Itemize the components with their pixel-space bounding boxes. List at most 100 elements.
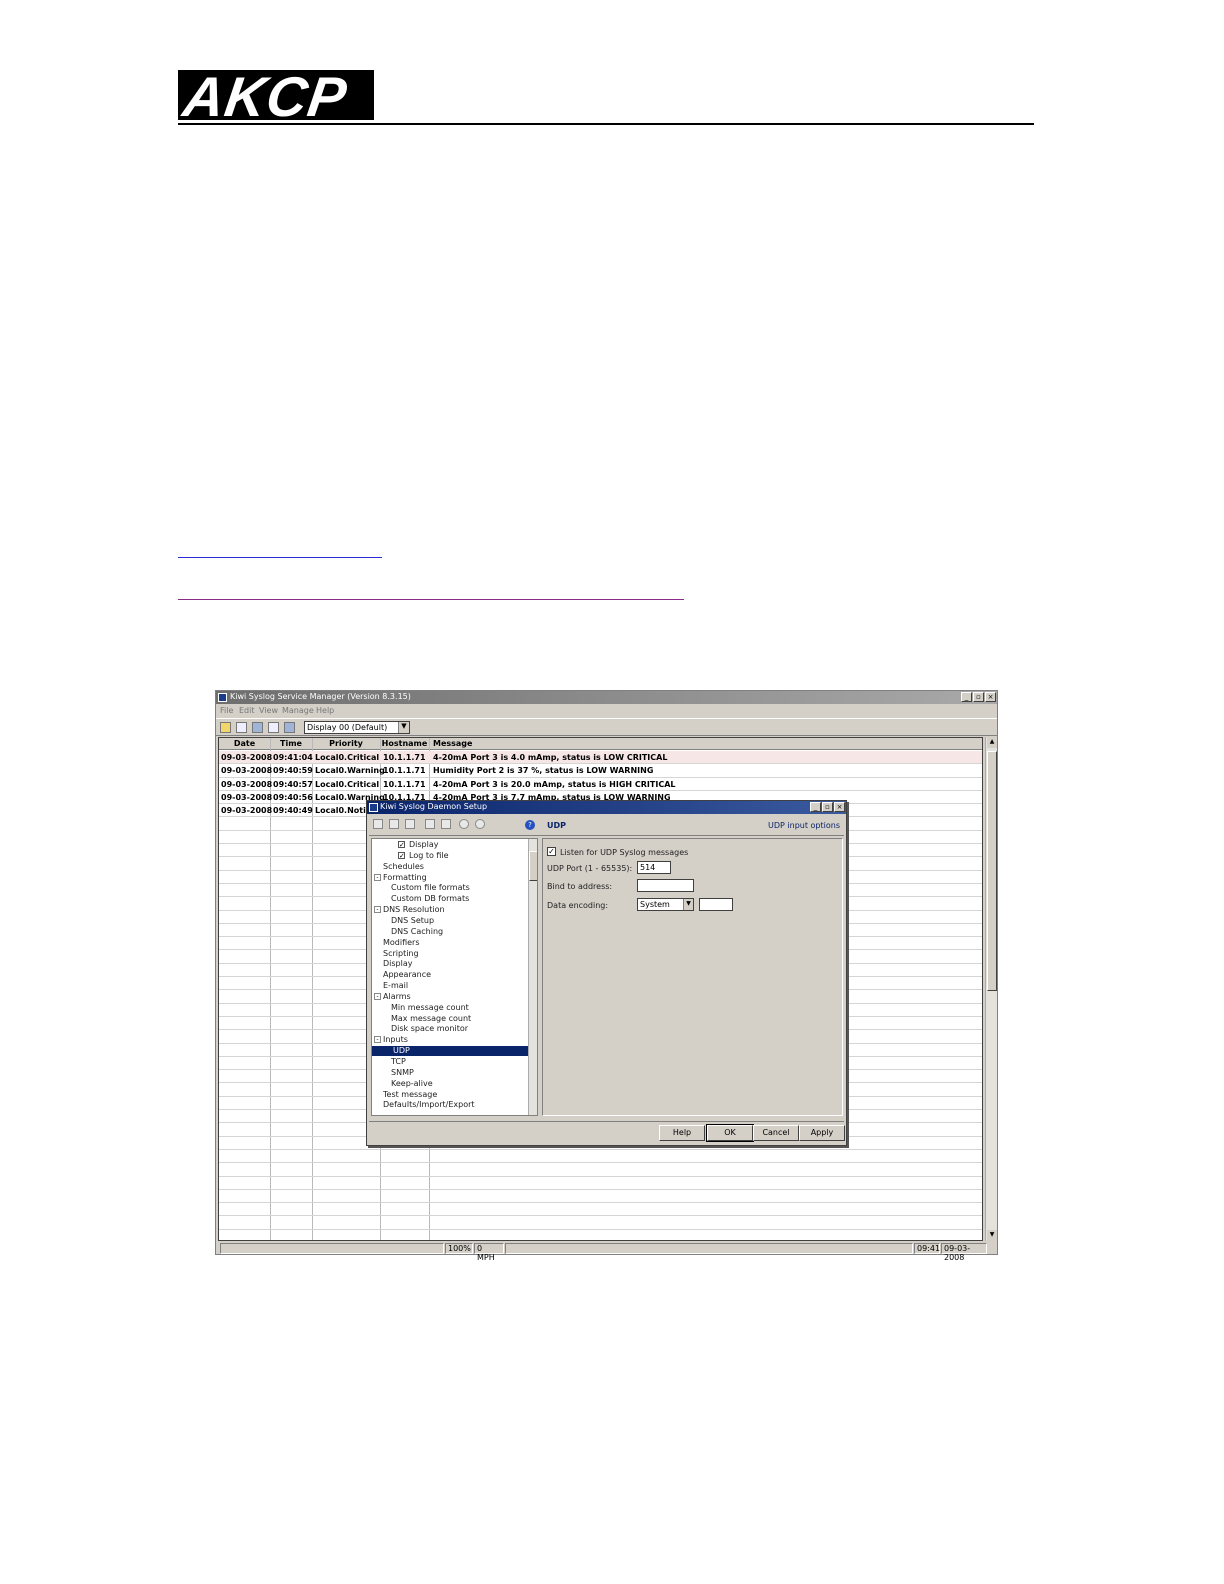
tree-item[interactable]: Defaults/Import/Export — [383, 1100, 475, 1109]
hyperlink-underline[interactable] — [178, 599, 684, 600]
menu-file[interactable]: File — [220, 706, 233, 715]
tree-scroll-thumb[interactable] — [529, 851, 537, 881]
tree-checkbox[interactable]: ✓ — [398, 851, 405, 859]
table-row[interactable] — [219, 1177, 982, 1190]
scroll-up-icon[interactable]: ▲ — [987, 737, 997, 748]
table-row[interactable] — [219, 1203, 982, 1217]
hyperlink-underline[interactable] — [178, 557, 382, 558]
listen-checkbox[interactable]: ✓ — [547, 847, 556, 856]
tree-item[interactable]: DNS Setup — [391, 916, 434, 925]
section-title: UDP — [547, 821, 566, 830]
minimize-button[interactable]: _ — [961, 692, 972, 702]
move-down-icon[interactable] — [475, 819, 485, 829]
restore-button[interactable]: ▫ — [973, 692, 984, 702]
paste-icon[interactable] — [441, 819, 451, 829]
tree-item[interactable]: DNS Resolution — [383, 905, 445, 914]
main-toolbar: Display 00 (Default) ▼ — [216, 718, 997, 736]
close-button[interactable]: × — [834, 802, 845, 812]
column-priority[interactable]: Priority — [312, 739, 380, 748]
minimize-button[interactable]: _ — [810, 802, 821, 812]
vertical-scrollbar[interactable]: ▲ ▼ — [985, 737, 997, 1241]
table-row[interactable]: 09-03-2008 09:40:57 Local0.Critical 10.1.1.… — [219, 778, 982, 791]
table-row[interactable] — [219, 1217, 982, 1230]
restore-button[interactable]: ▫ — [822, 802, 833, 812]
tree-item[interactable]: Custom file formats — [391, 883, 470, 892]
tree-item[interactable]: SNMP — [391, 1068, 414, 1077]
display-icon[interactable] — [252, 722, 263, 733]
apply-button[interactable]: Apply — [799, 1125, 845, 1141]
menu-view[interactable]: View — [259, 706, 278, 715]
tree-item[interactable]: Formatting — [383, 873, 427, 882]
clear-icon[interactable] — [284, 722, 295, 733]
scroll-thumb[interactable] — [987, 751, 997, 991]
menu-help[interactable]: Help — [316, 706, 334, 715]
kiwi-app-icon — [218, 693, 227, 702]
cancel-button[interactable]: Cancel — [753, 1125, 799, 1141]
status-rate: 0 MPH — [474, 1243, 504, 1262]
cell-time: 09:41:04 — [273, 753, 313, 762]
tree-item[interactable]: Appearance — [383, 970, 431, 979]
encoding-extra-input[interactable] — [699, 898, 733, 911]
column-date[interactable]: Date — [219, 739, 270, 748]
tree-item[interactable]: Custom DB formats — [391, 894, 469, 903]
bind-address-input[interactable] — [637, 879, 694, 892]
tree-collapse-icon[interactable]: - — [374, 906, 381, 914]
tree-collapse-icon[interactable]: - — [374, 1036, 381, 1044]
table-row[interactable] — [219, 1163, 982, 1177]
menu-manage[interactable]: Manage — [282, 706, 314, 715]
tree-item[interactable]: UDP — [391, 1046, 412, 1056]
cell-time: 09:40:49 — [273, 806, 313, 816]
tree-item[interactable]: Log to file — [409, 851, 449, 860]
help-icon[interactable]: ? — [525, 820, 535, 830]
help-button[interactable]: Help — [659, 1125, 705, 1141]
column-time[interactable]: Time — [270, 739, 312, 748]
tree-item[interactable]: Display — [409, 840, 439, 849]
tree-item[interactable]: DNS Caching — [391, 927, 443, 936]
tree-item[interactable]: Test message — [383, 1090, 437, 1099]
cell-time: 09:40:59 — [273, 766, 313, 776]
tree-item[interactable]: Inputs — [383, 1035, 408, 1044]
tree-scrollbar[interactable] — [528, 839, 537, 1115]
chevron-down-icon[interactable]: ▼ — [398, 722, 409, 733]
tree-item[interactable]: Schedules — [383, 862, 424, 871]
close-button[interactable]: × — [985, 692, 996, 702]
column-message[interactable]: Message — [433, 739, 472, 748]
table-row[interactable]: 09-03-2008 09:41:04 Local0.Critical 10.1.1.… — [219, 751, 982, 765]
tree-item[interactable]: Max message count — [391, 1014, 471, 1023]
settings-tree[interactable]: ✓ Display ✓ Log to file Schedules - Formatting… — [371, 838, 538, 1116]
table-row[interactable] — [219, 1190, 982, 1204]
delete-icon[interactable] — [389, 819, 399, 829]
scroll-down-icon[interactable]: ▼ — [987, 1230, 997, 1241]
akcp-logo: AKCP — [178, 70, 374, 120]
tree-item[interactable]: Keep-alive — [391, 1079, 433, 1088]
tree-item[interactable]: Min message count — [391, 1003, 469, 1012]
tree-item[interactable]: Disk space monitor — [391, 1024, 468, 1033]
table-row[interactable] — [219, 1230, 982, 1240]
tree-item[interactable]: Scripting — [383, 949, 419, 958]
new-icon[interactable] — [373, 819, 383, 829]
tree-checkbox[interactable]: ✓ — [398, 841, 405, 849]
menu-edit[interactable]: Edit — [239, 706, 255, 715]
table-row[interactable]: 09-03-2008 09:40:59 Local0.Warning 10.1.1.7… — [219, 764, 982, 778]
open-icon[interactable] — [220, 722, 231, 733]
table-row[interactable] — [219, 1150, 982, 1164]
copy-icon[interactable] — [425, 819, 435, 829]
tree-item[interactable]: TCP — [391, 1057, 406, 1066]
ok-button[interactable]: OK — [706, 1124, 754, 1142]
tree-item[interactable]: E-mail — [383, 981, 408, 990]
tree-collapse-icon[interactable]: - — [374, 992, 381, 1000]
properties-icon[interactable] — [236, 722, 247, 733]
duplicate-icon[interactable] — [405, 819, 415, 829]
logo-text: AKCP — [179, 70, 352, 120]
move-up-icon[interactable] — [459, 819, 469, 829]
tree-item[interactable]: Alarms — [383, 992, 411, 1001]
chevron-down-icon[interactable]: ▼ — [683, 899, 693, 910]
encoding-select[interactable]: System ▼ — [637, 898, 694, 911]
display-select[interactable]: Display 00 (Default) ▼ — [304, 721, 410, 734]
tree-item[interactable]: Modifiers — [383, 938, 420, 947]
print-icon[interactable] — [268, 722, 279, 733]
column-hostname[interactable]: Hostname — [380, 739, 429, 748]
tree-collapse-icon[interactable]: - — [374, 873, 381, 881]
port-input[interactable]: 514 — [637, 861, 671, 874]
tree-item[interactable]: Display — [383, 959, 413, 968]
